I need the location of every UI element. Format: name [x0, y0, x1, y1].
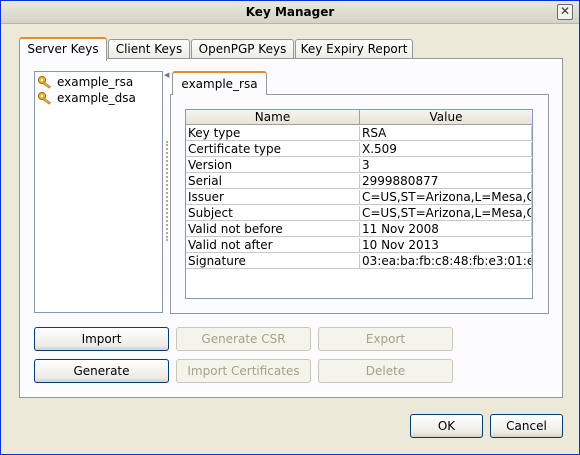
cell-value: C=US,ST=Arizona,L=Mesa,O...: [360, 206, 532, 221]
cell-value: 11 Nov 2008: [360, 222, 532, 237]
tab-openpgp-keys[interactable]: OpenPGP Keys: [191, 39, 294, 59]
tab-server-keys[interactable]: Server Keys: [19, 37, 107, 61]
generate-button[interactable]: Generate: [34, 359, 169, 383]
tab-example-rsa[interactable]: example_rsa: [172, 71, 267, 95]
cell-value: 10 Nov 2013: [360, 238, 532, 253]
cell-name: Valid not after: [186, 238, 360, 253]
table-row[interactable]: Subject C=US,ST=Arizona,L=Mesa,O...: [186, 206, 532, 222]
cell-value: 3: [360, 158, 532, 173]
table-row[interactable]: Issuer C=US,ST=Arizona,L=Mesa,O...: [186, 190, 532, 206]
key-list[interactable]: example_rsa example_dsa: [34, 71, 163, 313]
title-bar[interactable]: Key Manager ✕: [1, 1, 579, 24]
table-row[interactable]: Signature03:ea:ba:fb:c8:48:fb:e3:01:e7:.…: [186, 254, 532, 270]
table-row[interactable]: Version 3: [186, 158, 532, 174]
cell-name: Certificate type: [186, 142, 360, 157]
column-header-name[interactable]: Name: [186, 110, 360, 125]
server-keys-panel: example_rsa example_dsa ◀ example_rsa Na…: [19, 58, 563, 398]
cell-value: 2999880877: [360, 174, 532, 189]
table-row[interactable]: Valid not before 11 Nov 2008: [186, 222, 532, 238]
key-icon: [37, 75, 51, 89]
key-detail-panel: Name Value Key type RSA Certificate type X.…: [170, 94, 549, 314]
export-button[interactable]: Export: [318, 327, 453, 351]
cell-name: Subject: [186, 206, 360, 221]
cell-value: X.509: [360, 142, 532, 157]
cell-name: Valid not before: [186, 222, 360, 237]
import-button[interactable]: Import: [34, 327, 169, 351]
cell-name: Serial: [186, 174, 360, 189]
column-header-value[interactable]: Value: [360, 110, 532, 125]
table-row[interactable]: Certificate type X.509: [186, 142, 532, 158]
cell-value: RSA: [360, 126, 532, 141]
table-row[interactable]: Serial 2999880877: [186, 174, 532, 190]
list-item-example-rsa[interactable]: example_rsa: [37, 74, 133, 90]
cell-name: Key type: [186, 126, 360, 141]
key-name: example_dsa: [57, 91, 136, 105]
tab-client-keys[interactable]: Client Keys: [108, 39, 190, 59]
delete-button[interactable]: Delete: [318, 359, 453, 383]
collapse-arrow-icon[interactable]: ◀: [164, 71, 169, 79]
key-name: example_rsa: [57, 75, 134, 89]
import-certificates-button[interactable]: Import Certificates: [176, 359, 311, 383]
key-icon: [37, 91, 51, 105]
cell-name: Issuer: [186, 190, 360, 205]
cell-value: 03:ea:ba:fb:c8:48:fb:e3:01:e7:...: [360, 254, 532, 269]
tab-key-expiry-report[interactable]: Key Expiry Report: [295, 39, 413, 59]
list-item-example-dsa[interactable]: example_dsa: [37, 90, 136, 106]
table-row[interactable]: Key type RSA: [186, 126, 532, 142]
cell-value: C=US,ST=Arizona,L=Mesa,O...: [360, 190, 532, 205]
cell-name: Version: [186, 158, 360, 173]
ok-button[interactable]: OK: [410, 414, 483, 438]
window-title: Key Manager: [245, 5, 335, 19]
table-row[interactable]: Valid not after 10 Nov 2013: [186, 238, 532, 254]
key-manager-window: Key Manager ✕ Server Keys Client Keys Op…: [0, 0, 580, 455]
close-icon[interactable]: ✕: [557, 4, 573, 20]
table-header: Name Value: [186, 110, 532, 126]
cell-name: Signature: [186, 254, 360, 269]
generate-csr-button[interactable]: Generate CSR: [176, 327, 311, 351]
cancel-button[interactable]: Cancel: [490, 414, 563, 438]
key-details-table: Name Value Key type RSA Certificate type X.…: [185, 109, 533, 299]
